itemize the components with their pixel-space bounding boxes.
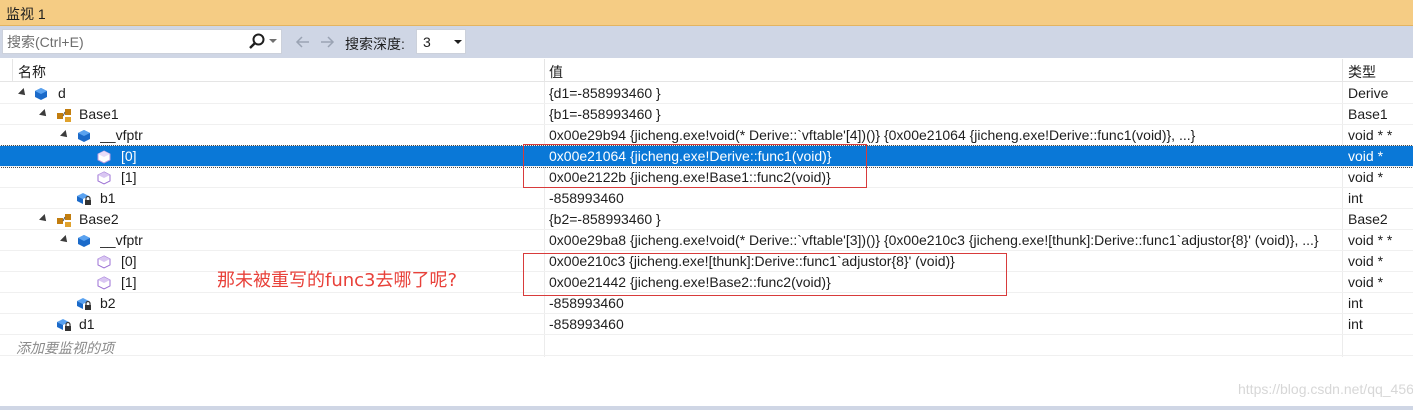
column-header-name[interactable]: 名称 [18, 62, 46, 82]
search-input[interactable] [7, 32, 237, 52]
grid-header: 名称 值 类型 [0, 59, 1413, 82]
object-cube-icon [35, 88, 47, 100]
method-cube-icon [97, 276, 111, 290]
row-value: {b1=-858993460 } [549, 106, 661, 122]
field-lock-icon [57, 319, 71, 331]
row-name: [1] [121, 169, 137, 185]
watch-window-title-bar: 监视 1 [0, 0, 1413, 26]
row-name: d1 [79, 316, 95, 332]
arrow-left-icon[interactable] [294, 33, 312, 51]
annotation-text: 那未被重写的func3去哪了呢? [217, 270, 458, 291]
watch-row[interactable]: d1 -858993460 int [0, 314, 1413, 335]
watch-row[interactable]: b2 -858993460 int [0, 293, 1413, 314]
expand-toggle-icon[interactable] [60, 235, 70, 245]
watch-row[interactable]: d {d1=-858993460 } Derive [0, 83, 1413, 104]
watch-row[interactable]: __vfptr 0x00e29b94 {jicheng.exe!void(* D… [0, 125, 1413, 146]
row-type: Base2 [1348, 211, 1388, 227]
watch-row[interactable]: b1 -858993460 int [0, 188, 1413, 209]
object-cube-icon [78, 130, 90, 142]
magnifier-icon[interactable] [247, 32, 267, 52]
row-type: int [1348, 190, 1363, 206]
row-type: int [1348, 295, 1363, 311]
row-value: 0x00e29b94 {jicheng.exe!void(* Derive::`… [549, 127, 1196, 143]
row-value: {d1=-858993460 } [549, 85, 661, 101]
column-divider[interactable] [544, 59, 545, 82]
object-cube-icon [78, 235, 90, 247]
search-options-dropdown-icon[interactable] [269, 39, 277, 43]
method-cube-icon [97, 150, 111, 164]
field-lock-icon [77, 298, 91, 310]
column-divider[interactable] [12, 59, 13, 82]
class-icon [57, 109, 71, 122]
column-divider[interactable] [1342, 59, 1343, 82]
row-type: void * [1348, 274, 1384, 290]
highlight-box [523, 144, 867, 188]
expand-toggle-icon[interactable] [18, 88, 28, 98]
highlight-box [523, 253, 1007, 296]
bottom-border [0, 406, 1413, 410]
row-type: void * * [1348, 232, 1393, 248]
row-name: __vfptr [100, 232, 143, 248]
search-box[interactable] [2, 29, 282, 54]
row-name: b1 [100, 190, 116, 206]
add-watch-row[interactable]: 添加要监视的项 [0, 335, 1413, 356]
row-name: [0] [121, 148, 137, 164]
row-name: Base1 [79, 106, 119, 122]
expand-toggle-icon[interactable] [39, 214, 49, 224]
row-type: Derive [1348, 85, 1389, 101]
row-name: __vfptr [100, 127, 143, 143]
chevron-down-icon[interactable] [454, 40, 462, 44]
row-name: Base2 [79, 211, 119, 227]
watch-row[interactable]: Base2 {b2=-858993460 } Base2 [0, 209, 1413, 230]
add-watch-placeholder[interactable]: 添加要监视的项 [16, 338, 114, 358]
row-value: -858993460 [549, 316, 624, 332]
window-title: 监视 1 [6, 6, 46, 22]
watch-row[interactable]: Base1 {b1=-858993460 } Base1 [0, 104, 1413, 125]
watch-row[interactable]: __vfptr 0x00e29ba8 {jicheng.exe!void(* D… [0, 230, 1413, 251]
row-value: -858993460 [549, 295, 624, 311]
row-name: [1] [121, 274, 137, 290]
row-value: 0x00e29ba8 {jicheng.exe!void(* Derive::`… [549, 232, 1319, 248]
search-depth-select[interactable]: 3 [416, 29, 466, 54]
column-header-value[interactable]: 值 [549, 62, 563, 82]
field-lock-icon [77, 193, 91, 205]
row-type: void * [1348, 169, 1384, 185]
row-type: int [1348, 316, 1363, 332]
method-cube-icon [97, 255, 111, 269]
row-name: b2 [100, 295, 116, 311]
watch-grid: 名称 值 类型 d {d1=-858993460 } Derive Base1 … [0, 59, 1413, 410]
row-value: -858993460 [549, 190, 624, 206]
row-type: void * [1348, 253, 1384, 269]
expand-toggle-icon[interactable] [60, 130, 70, 140]
arrow-right-icon[interactable] [318, 33, 336, 51]
watermark: https://blog.csdn.net/qq_45657288 [1238, 381, 1413, 397]
expand-toggle-icon[interactable] [39, 109, 49, 119]
row-name: d [58, 85, 66, 101]
watch-toolbar: 搜索深度: 3 [0, 26, 1413, 58]
row-type: Base1 [1348, 106, 1388, 122]
column-header-type[interactable]: 类型 [1348, 62, 1376, 82]
method-cube-icon [97, 171, 111, 185]
row-name: [0] [121, 253, 137, 269]
row-type: void * * [1348, 127, 1393, 143]
search-depth-label: 搜索深度: [345, 36, 405, 52]
row-value: {b2=-858993460 } [549, 211, 661, 227]
class-icon [57, 214, 71, 227]
search-depth-value: 3 [423, 34, 431, 50]
row-type: void * [1348, 148, 1384, 164]
